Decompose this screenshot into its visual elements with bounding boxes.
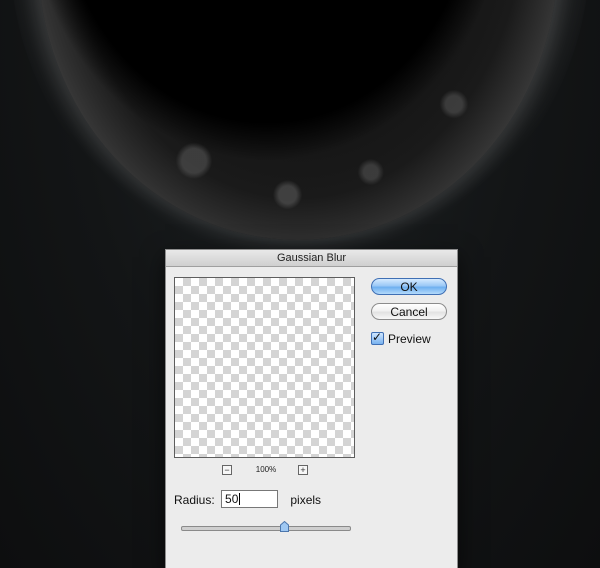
plus-icon: + (300, 465, 306, 475)
checkmark-icon: ✓ (372, 330, 383, 344)
moon-image (38, 0, 558, 240)
cancel-button[interactable]: Cancel (371, 303, 447, 320)
ok-button[interactable]: OK (371, 278, 447, 295)
zoom-controls: − 100% + (174, 464, 355, 476)
preview-label: Preview (388, 332, 431, 346)
preview-area[interactable] (174, 277, 355, 458)
preview-checkbox-row[interactable]: ✓ Preview (371, 330, 431, 346)
slider-thumb-icon[interactable] (280, 521, 289, 532)
radius-label: Radius: (174, 493, 215, 507)
radius-slider[interactable] (181, 521, 351, 534)
slider-track[interactable] (181, 526, 351, 531)
radius-unit-label: pixels (290, 493, 322, 507)
dialog-title: Gaussian Blur (166, 250, 457, 267)
zoom-level-label: 100% (255, 465, 277, 474)
gaussian-blur-dialog: Gaussian Blur − 100% + OK Cancel ✓ Previ… (165, 249, 458, 568)
radius-input[interactable]: 50 (221, 490, 279, 508)
zoom-in-button[interactable]: + (298, 465, 308, 475)
radius-value: 50 (225, 492, 239, 506)
radius-row: Radius: 50 pixels (174, 490, 321, 510)
preview-checkbox[interactable]: ✓ (371, 330, 384, 345)
minus-icon: − (224, 465, 230, 475)
text-caret (239, 493, 241, 505)
photoshop-canvas: Gaussian Blur − 100% + OK Cancel ✓ Previ… (0, 0, 600, 568)
zoom-out-button[interactable]: − (222, 465, 232, 475)
